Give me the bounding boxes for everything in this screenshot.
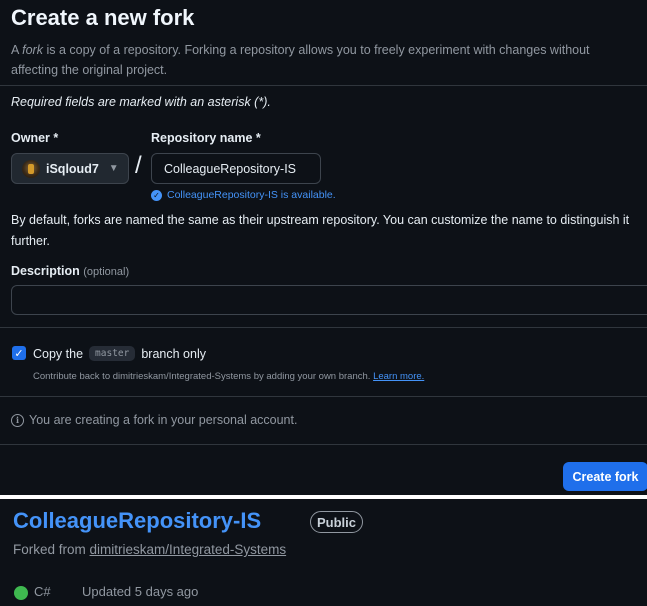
default-name-note: By default, forks are named the same as …	[11, 213, 630, 248]
branch-name-code: master	[89, 346, 136, 361]
learn-more-link[interactable]: Learn more.	[373, 371, 424, 382]
availability-message: ✓ ColleagueRepository-IS is available.	[151, 189, 336, 201]
page-title: Create a new fork	[11, 5, 195, 30]
repository-name-input[interactable]	[151, 153, 321, 184]
intro-rest: is a copy of a repository. Forking a rep…	[11, 43, 590, 77]
owner-label: Owner *	[11, 131, 59, 145]
divider	[0, 85, 647, 86]
repo-name-link[interactable]: ColleagueRepository-IS	[13, 508, 261, 534]
intro-prefix: A	[11, 43, 23, 57]
info-text: You are creating a fork in your personal…	[29, 413, 298, 427]
description-label: Description (optional)	[11, 264, 129, 278]
repo-name-label: Repository name *	[151, 131, 261, 145]
repo-card-panel: ColleagueRepository-IS Public Forked fro…	[0, 499, 647, 606]
divider	[0, 444, 647, 445]
copy-suffix: branch only	[141, 346, 206, 361]
copy-prefix: Copy the	[33, 346, 84, 361]
owner-value: iSqloud7	[46, 161, 99, 176]
owner-dropdown[interactable]: iSqloud7 ▼	[11, 153, 129, 184]
chevron-down-icon: ▼	[108, 163, 119, 174]
forked-from-link[interactable]: dimitrieskam/Integrated-Systems	[90, 542, 287, 557]
check-circle-icon: ✓	[151, 189, 162, 201]
contribute-text: Contribute back to dimitrieskam/Integrat…	[33, 371, 371, 382]
intro-emphasis: fork	[22, 43, 43, 57]
avatar	[22, 159, 40, 178]
owner-repo-separator: /	[135, 152, 142, 179]
divider	[0, 327, 647, 328]
info-message: i You are creating a fork in your person…	[11, 413, 297, 427]
forked-from-line: Forked from dimitrieskam/Integrated-Syst…	[13, 542, 286, 557]
language-color-dot	[14, 586, 28, 600]
required-note: Required fields are marked with an aster…	[11, 95, 271, 109]
contribute-note: Contribute back to dimitrieskam/Integrat…	[33, 371, 424, 382]
description-input[interactable]	[11, 285, 647, 315]
divider	[0, 396, 647, 397]
copy-branch-label[interactable]: Copy the master branch only	[33, 346, 206, 361]
intro-text: A fork is a copy of a repository. Forkin…	[11, 40, 636, 80]
visibility-badge: Public	[310, 511, 364, 533]
create-fork-button[interactable]: Create fork	[563, 462, 647, 491]
optional-hint: (optional)	[83, 266, 130, 278]
copy-branch-checkbox[interactable]: ✓	[12, 346, 26, 360]
info-icon: i	[11, 413, 24, 427]
availability-text: ColleagueRepository-IS is available.	[167, 189, 336, 201]
description-label-text: Description	[11, 264, 80, 278]
language-label: C#	[34, 584, 51, 599]
fork-form-panel: Create a new fork A fork is a copy of a …	[0, 0, 647, 495]
updated-time: Updated 5 days ago	[82, 584, 199, 599]
forked-prefix: Forked from	[13, 542, 86, 557]
